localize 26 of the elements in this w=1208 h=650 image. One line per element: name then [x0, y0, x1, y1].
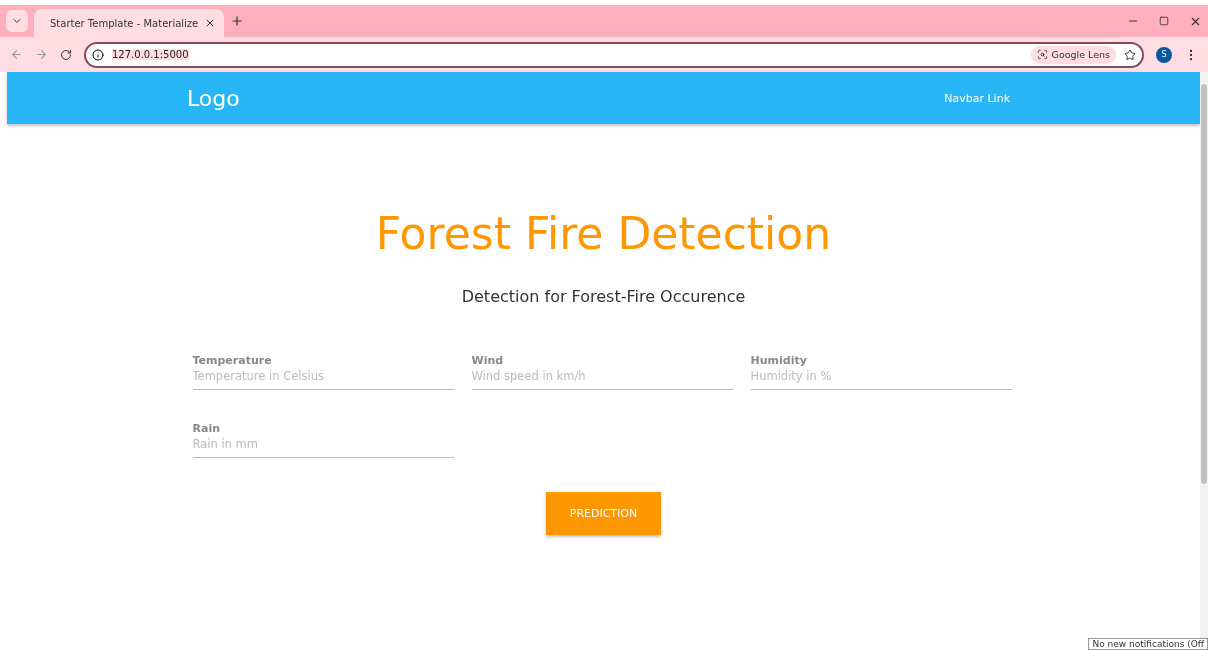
google-lens-button[interactable]: Google Lens — [1030, 45, 1116, 64]
bookmark-button[interactable] — [1124, 48, 1136, 61]
page-subtitle: Detection for Forest-Fire Occurence — [461, 287, 746, 306]
profile-avatar[interactable]: S — [1156, 46, 1172, 63]
reload-button[interactable] — [60, 48, 72, 61]
url-text: 127.0.0.1:5000 — [112, 49, 189, 60]
input-field[interactable]: Rain in mm — [192, 435, 454, 458]
browser-tab[interactable]: Starter Template - Materialize — [34, 9, 224, 37]
field-label: Rain — [192, 422, 221, 435]
field-label: Wind — [471, 354, 505, 367]
input-field[interactable]: Humidity in % — [750, 367, 1012, 390]
lens-icon — [1036, 49, 1048, 60]
input-field[interactable]: Wind speed in km/h — [471, 367, 733, 390]
address-bar[interactable]: 127.0.0.1:5000 Google Lens — [84, 41, 1144, 68]
input-field[interactable]: Temperature in Celsius — [192, 367, 454, 390]
tooltip: No new notifications (Off — [1088, 638, 1208, 650]
back-button[interactable] — [10, 48, 23, 61]
tab-list-button[interactable] — [6, 10, 28, 32]
new-tab-button[interactable] — [230, 14, 244, 28]
tab-title: Starter Template - Materialize — [50, 17, 199, 29]
page-title: Forest Fire Detection — [375, 208, 832, 259]
field-label: Temperature — [192, 354, 273, 367]
forward-button[interactable] — [35, 48, 48, 61]
maximize-button[interactable] — [1159, 16, 1169, 26]
field-label: Humidity — [750, 354, 808, 367]
info-icon — [92, 48, 104, 61]
